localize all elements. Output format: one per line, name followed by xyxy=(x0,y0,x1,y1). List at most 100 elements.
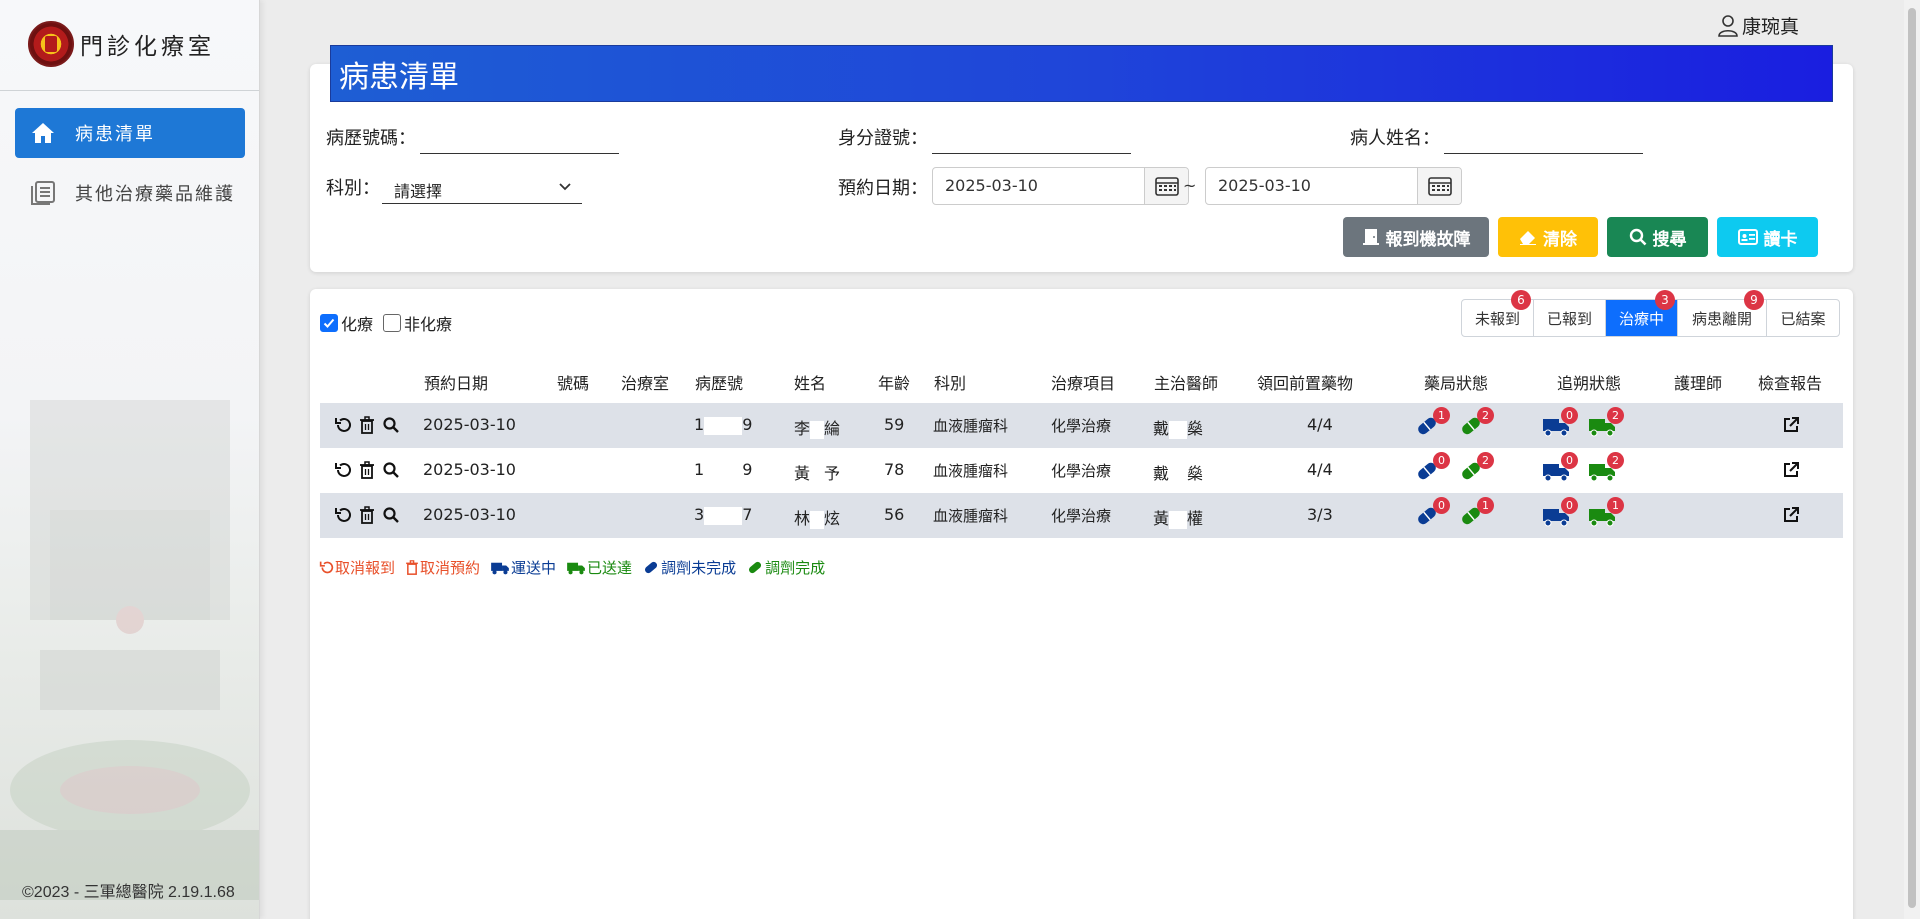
legend-label: 調劑完成 xyxy=(765,559,826,577)
date-to-value[interactable]: 2025-03-10 xyxy=(1206,168,1417,204)
non-chemo-checkbox[interactable] xyxy=(383,314,401,332)
cell-chart-no: 19 xyxy=(694,415,753,435)
chart-no-input[interactable] xyxy=(420,128,619,154)
legend-in-transit[interactable]: 運送中 xyxy=(490,557,556,578)
truck-icon xyxy=(567,562,585,575)
date-range-separator: ~ xyxy=(1183,176,1197,195)
date-label: 預約日期： xyxy=(838,178,928,199)
undo-icon[interactable] xyxy=(334,506,352,524)
date-from-value[interactable]: 2025-03-10 xyxy=(933,168,1144,204)
pharmacy-pending-pill-icon[interactable]: 0 xyxy=(1414,452,1450,482)
delivered-truck-icon[interactable]: 1 xyxy=(1588,497,1624,527)
date-to-field[interactable]: 2025-03-10 xyxy=(1205,167,1462,205)
in-transit-truck-icon[interactable]: 0 xyxy=(1542,407,1578,437)
legend-cancel-booking[interactable]: 取消預約 xyxy=(405,557,480,578)
external-link-icon[interactable] xyxy=(1782,506,1800,524)
row-actions xyxy=(334,506,400,524)
trash-icon[interactable] xyxy=(358,461,376,479)
legend-compounding-done[interactable]: 調劑完成 xyxy=(746,557,825,578)
in-transit-truck-icon[interactable]: 0 xyxy=(1542,452,1578,482)
tab-in-treatment[interactable]: 治療中 3 xyxy=(1606,290,1678,336)
tab-checked-in[interactable]: 已報到 xyxy=(1534,300,1606,336)
external-link-icon[interactable] xyxy=(1782,461,1800,479)
undo-icon xyxy=(319,561,334,574)
count-badge: 0 xyxy=(1561,452,1578,469)
count-badge: 0 xyxy=(1433,497,1450,514)
pharmacy-done-pill-icon[interactable]: 2 xyxy=(1458,452,1494,482)
report-fault-button[interactable]: 報到機故障 xyxy=(1343,217,1489,257)
legend-compounding-pending[interactable]: 調劑未完成 xyxy=(642,557,736,578)
home-icon xyxy=(29,119,57,147)
pharmacy-pending-pill-icon[interactable]: 0 xyxy=(1414,497,1450,527)
non-chemo-label: 非化療 xyxy=(404,315,453,334)
search-icon xyxy=(1629,228,1646,246)
cell-name: 林炫 xyxy=(794,509,841,529)
cell-treatment: 化學治療 xyxy=(1051,462,1112,480)
calendar-icon[interactable] xyxy=(1144,168,1188,204)
delivered-truck-icon[interactable]: 2 xyxy=(1588,407,1624,437)
clear-button[interactable]: 清除 xyxy=(1498,217,1598,257)
read-card-label: 讀卡 xyxy=(1763,229,1798,250)
report-fault-label: 報到機故障 xyxy=(1385,229,1471,250)
sidebar-item-other-drug-maintenance[interactable]: 其他治療藥品維護 xyxy=(15,168,245,218)
cell-treatment: 化學治療 xyxy=(1051,507,1112,525)
calendar-icon[interactable] xyxy=(1417,168,1461,204)
col-room: 治療室 xyxy=(621,374,670,393)
pharmacy-done-pill-icon[interactable]: 2 xyxy=(1458,407,1494,437)
col-number: 號碼 xyxy=(557,374,590,393)
legend-label: 運送中 xyxy=(511,559,557,577)
id-no-input[interactable] xyxy=(932,128,1131,154)
brand[interactable]: 門診化療室 xyxy=(28,20,215,68)
pharmacy-done-pill-icon[interactable]: 1 xyxy=(1458,497,1494,527)
page-scrollbar[interactable] xyxy=(1904,0,1920,919)
search-icon[interactable] xyxy=(382,461,400,479)
dept-select[interactable]: 請選擇 xyxy=(382,172,582,204)
external-link-icon[interactable] xyxy=(1782,416,1800,434)
chemo-checkbox[interactable] xyxy=(320,314,338,332)
col-tracking-status: 追朔狀態 xyxy=(1557,374,1622,393)
trash-icon[interactable] xyxy=(358,416,376,434)
legend-cancel-checkin[interactable]: 取消報到 xyxy=(319,557,395,578)
cell-date: 2025-03-10 xyxy=(423,505,516,524)
search-icon[interactable] xyxy=(382,416,400,434)
read-card-button[interactable]: 讀卡 xyxy=(1717,217,1818,257)
table-row[interactable]: 2025-03-10 19 李綸 59 血液腫瘤科 化學治療 戴燊 4/4 1 … xyxy=(320,403,1843,448)
patient-name-label: 病人姓名： xyxy=(1350,128,1440,149)
sidebar-item-patient-list[interactable]: 病患清單 xyxy=(15,108,245,158)
chart-no-label: 病歷號碼： xyxy=(326,128,416,149)
id-no-label: 身分證號： xyxy=(838,128,928,149)
trash-icon[interactable] xyxy=(358,506,376,524)
hospital-building-background xyxy=(0,400,259,900)
cell-date: 2025-03-10 xyxy=(423,415,516,434)
row-actions xyxy=(334,416,400,434)
undo-icon[interactable] xyxy=(334,416,352,434)
legend-delivered[interactable]: 已送達 xyxy=(566,557,632,578)
count-badge: 1 xyxy=(1477,497,1494,514)
non-chemo-filter[interactable]: 非化療 xyxy=(383,311,452,335)
delivered-truck-icon[interactable]: 2 xyxy=(1588,452,1624,482)
user-menu[interactable]: 康琬真 xyxy=(1718,12,1799,39)
table-row[interactable]: 2025-03-10 19 黃予 78 血液腫瘤科 化學治療 戴燊 4/4 0 … xyxy=(320,448,1843,493)
eraser-icon xyxy=(1520,231,1536,245)
tab-closed[interactable]: 已結案 xyxy=(1767,300,1839,336)
chemo-filter[interactable]: 化療 xyxy=(320,311,373,335)
cell-premed: 4/4 xyxy=(1307,415,1333,434)
pharmacy-pending-pill-icon[interactable]: 1 xyxy=(1414,407,1450,437)
undo-icon[interactable] xyxy=(334,461,352,479)
cell-name: 黃予 xyxy=(794,464,841,484)
col-chart-no: 病歷號 xyxy=(695,374,744,393)
col-nurse: 護理師 xyxy=(1674,374,1723,393)
col-age: 年齡 xyxy=(878,374,911,393)
search-button[interactable]: 搜尋 xyxy=(1607,217,1708,257)
tab-patient-left[interactable]: 病患離開 9 xyxy=(1678,290,1767,336)
clear-label: 清除 xyxy=(1543,229,1577,250)
scrollbar-thumb[interactable] xyxy=(1908,8,1916,908)
in-transit-truck-icon[interactable]: 0 xyxy=(1542,497,1578,527)
table-row[interactable]: 2025-03-10 37 林炫 56 血液腫瘤科 化學治療 黃權 3/3 0 … xyxy=(320,493,1843,538)
tab-not-checked-in[interactable]: 未報到 6 xyxy=(1462,290,1534,336)
patient-name-input[interactable] xyxy=(1444,128,1643,154)
search-icon[interactable] xyxy=(382,506,400,524)
tab-label: 治療中 xyxy=(1618,309,1664,328)
date-from-field[interactable]: 2025-03-10 xyxy=(932,167,1189,205)
hospital-logo-icon xyxy=(28,21,74,67)
